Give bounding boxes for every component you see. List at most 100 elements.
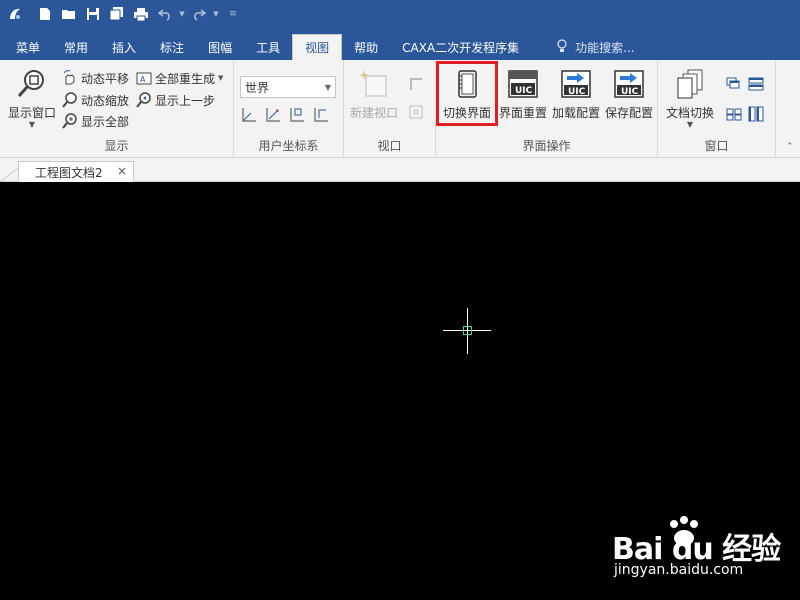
new-viewport-icon xyxy=(358,68,390,100)
dynamic-pan-button[interactable]: 动态平移 xyxy=(62,68,129,88)
show-previous-label: 显示上一步 xyxy=(155,93,216,108)
tile-horizontal-button[interactable] xyxy=(748,74,767,94)
ucs-group-label: 用户坐标系 xyxy=(258,139,319,153)
svg-text:A: A xyxy=(140,75,146,84)
new-file-icon[interactable] xyxy=(34,3,56,25)
close-icon[interactable]: × xyxy=(117,164,127,178)
ribbon-group-viewport: 新建视口 视口 xyxy=(344,60,436,158)
zoom-previous-icon xyxy=(136,92,152,108)
load-config-button[interactable]: UIC 加载配置 xyxy=(548,66,604,132)
ucs-tool-icons xyxy=(240,106,336,124)
document-tab-title: 工程图文档2 xyxy=(35,165,103,180)
function-search[interactable]: 功能搜索... xyxy=(531,34,635,60)
zoom-icon xyxy=(62,92,78,108)
app-logo-icon[interactable] xyxy=(4,3,26,25)
tab-tools[interactable]: 工具 xyxy=(244,34,292,60)
viewport-lock-icon xyxy=(408,104,424,120)
dynamic-zoom-button[interactable]: 动态缩放 xyxy=(62,90,129,110)
undo-icon[interactable] xyxy=(154,3,176,25)
regenerate-icon: A xyxy=(136,70,152,86)
cascade-windows-button[interactable] xyxy=(726,74,745,94)
ucs-select[interactable]: 世界 ▼ xyxy=(240,76,336,98)
ribbon-group-display: 显示窗口 ▼ 动态平移 动态缩放 显示全部 A 全部重生成 ▼ 显示上一步 显示 xyxy=(0,60,234,158)
viewport-clip-button[interactable] xyxy=(408,74,427,94)
tab-help[interactable]: 帮助 xyxy=(342,34,390,60)
ucs-origin-icon[interactable] xyxy=(288,106,306,124)
chevron-down-icon[interactable]: ▼ xyxy=(178,3,186,25)
document-tab-bar: 工程图文档2 × xyxy=(0,158,800,182)
tile-vertical-icon xyxy=(748,106,764,122)
dynamic-zoom-label: 动态缩放 xyxy=(81,93,130,108)
tab-edge-decoration xyxy=(0,168,19,182)
ui-operations-group-label: 界面操作 xyxy=(522,139,571,153)
tab-view[interactable]: 视图 xyxy=(292,34,343,60)
regenerate-all-button[interactable]: A 全部重生成 ▼ xyxy=(136,68,223,88)
chevron-down-icon: ▼ xyxy=(28,120,36,129)
pan-hand-icon xyxy=(62,70,78,86)
viewport-lock-button[interactable] xyxy=(408,102,427,122)
viewport-clip-icon xyxy=(408,76,424,92)
tab-menu[interactable]: 菜单 xyxy=(4,34,52,60)
show-window-label: 显示窗口 xyxy=(7,106,56,120)
customize-icon[interactable]: ≡ xyxy=(222,3,244,25)
save-config-button[interactable]: UIC 保存配置 xyxy=(601,66,657,132)
cascade-icon xyxy=(726,76,742,92)
save-config-label: 保存配置 xyxy=(604,106,653,120)
open-folder-icon[interactable] xyxy=(58,3,80,25)
save-config-icon: UIC xyxy=(613,68,645,100)
chevron-down-icon: ▼ xyxy=(686,120,694,129)
ucs-rotate-icon[interactable] xyxy=(264,106,282,124)
tab-common[interactable]: 常用 xyxy=(52,34,100,60)
watermark-url: jingyan.baidu.com xyxy=(614,562,744,578)
viewport-group-label: 视口 xyxy=(377,139,402,153)
show-all-button[interactable]: 显示全部 xyxy=(62,111,129,131)
tile-vertical-button[interactable] xyxy=(748,104,767,124)
ribbon-group-ucs: 世界 ▼ 用户坐标系 xyxy=(234,60,344,158)
new-viewport-button[interactable]: 新建视口 xyxy=(346,66,402,132)
reset-ui-icon: UIC xyxy=(507,68,539,100)
redo-icon[interactable] xyxy=(188,3,210,25)
ucs-new-icon[interactable] xyxy=(240,106,258,124)
ucs-select-value: 世界 xyxy=(245,80,270,95)
svg-text:UIC: UIC xyxy=(515,86,533,96)
load-config-icon: UIC xyxy=(560,68,592,100)
tab-sheet[interactable]: 图幅 xyxy=(196,34,244,60)
tab-annotate[interactable]: 标注 xyxy=(148,34,196,60)
save-icon[interactable] xyxy=(82,3,104,25)
zoom-window-icon xyxy=(16,68,48,100)
ribbon-collapse-icon[interactable]: ⌃ xyxy=(786,142,794,152)
tab-insert[interactable]: 插入 xyxy=(100,34,148,60)
save-all-icon[interactable] xyxy=(106,3,128,25)
highlight-box xyxy=(436,61,498,126)
ucs-manage-icon[interactable] xyxy=(312,106,330,124)
print-icon[interactable] xyxy=(130,3,152,25)
show-all-label: 显示全部 xyxy=(81,114,130,129)
chevron-down-icon: ▼ xyxy=(218,74,224,82)
quick-access-toolbar: ▼ ▼ ≡ xyxy=(0,0,800,28)
doc-switch-button[interactable]: 文档切换 ▼ xyxy=(662,66,718,132)
arrange-icon xyxy=(726,106,742,122)
cad-application-window: ▼ ▼ ≡ 菜单 常用 插入 标注 图幅 工具 视图 帮助 CAXA二次开发程序… xyxy=(0,0,800,600)
ribbon-group-window: 文档切换 ▼ 窗口 xyxy=(658,60,776,158)
chevron-down-icon[interactable]: ▼ xyxy=(212,3,220,25)
crosshair-pickbox xyxy=(463,326,472,335)
dynamic-pan-label: 动态平移 xyxy=(81,71,130,86)
load-config-label: 加载配置 xyxy=(551,106,600,120)
lightbulb-icon xyxy=(557,38,567,56)
show-previous-button[interactable]: 显示上一步 xyxy=(136,90,215,110)
document-tab[interactable]: 工程图文档2 × xyxy=(18,161,134,182)
tab-caxa-dev[interactable]: CAXA二次开发程序集 xyxy=(390,34,531,60)
display-group-label: 显示 xyxy=(104,139,129,153)
chevron-down-icon: ▼ xyxy=(324,83,331,92)
new-viewport-label: 新建视口 xyxy=(349,106,398,120)
arrange-icons-button[interactable] xyxy=(726,104,745,124)
ribbon-panel: 显示窗口 ▼ 动态平移 动态缩放 显示全部 A 全部重生成 ▼ 显示上一步 显示… xyxy=(0,60,800,158)
document-switch-icon xyxy=(674,68,706,100)
regenerate-all-label: 全部重生成 xyxy=(155,71,216,86)
zoom-all-icon xyxy=(62,113,78,129)
show-window-button[interactable]: 显示窗口 ▼ xyxy=(4,66,60,132)
watermark: Bai du 经验 jingyan.baidu.com xyxy=(612,514,782,584)
reset-ui-button[interactable]: UIC 界面重置 xyxy=(495,66,551,132)
tile-horizontal-icon xyxy=(748,76,764,92)
ribbon-tab-bar: 菜单 常用 插入 标注 图幅 工具 视图 帮助 CAXA二次开发程序集 功能搜索… xyxy=(0,28,800,60)
